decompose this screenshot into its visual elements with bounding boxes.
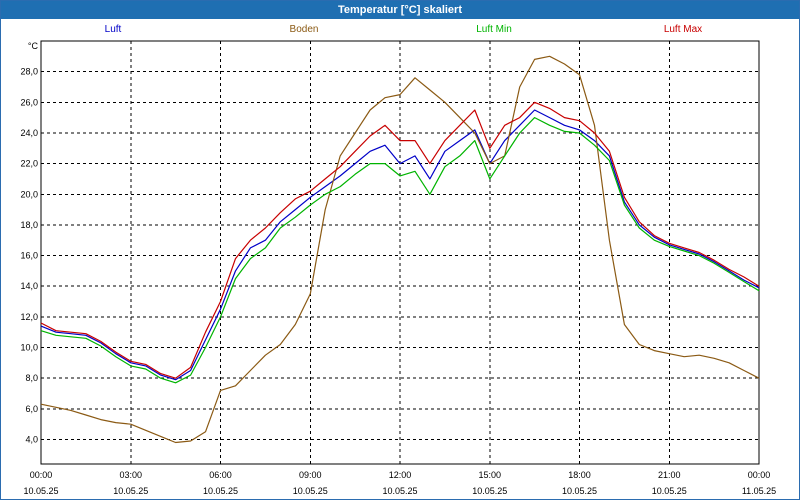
window-title: Temperatur [°C] skaliert [1, 1, 799, 19]
x-tick-date: 10.05.25 [23, 486, 58, 496]
x-tick-time: 00:00 [30, 470, 53, 480]
x-tick-date: 11.05.25 [742, 486, 776, 496]
legend-entry-luft-min: Luft Min [476, 24, 512, 35]
y-tick-label: 28,0 [20, 67, 38, 77]
chart-window: Temperatur [°C] skaliert Luft Boden Luft M… [0, 0, 800, 500]
temperature-chart: Luft Boden Luft Min Luft Max 4,0 6,0 8,0 10,0 1… [20, 24, 776, 496]
axis-labels: 4,0 6,0 8,0 10,0 12,0 14,0 16,0 18,0 20,0 22,0 24,… [20, 41, 776, 496]
y-tick-label: 22,0 [20, 159, 38, 169]
x-tick-time: 06:00 [209, 470, 232, 480]
x-tick-time: 15:00 [478, 470, 501, 480]
legend: Luft Boden Luft Min Luft Max [105, 24, 703, 35]
y-axis-unit: °C [28, 41, 39, 51]
x-tick-date: 10.05.25 [652, 486, 687, 496]
x-tick-time: 12:00 [389, 470, 412, 480]
x-tick-date: 10.05.25 [113, 486, 148, 496]
x-tick-time: 18:00 [568, 470, 591, 480]
y-tick-label: 18,0 [20, 220, 38, 230]
x-tick-date: 10.05.25 [203, 486, 238, 496]
y-tick-label: 10,0 [20, 343, 38, 353]
y-tick-label: 26,0 [20, 97, 38, 107]
y-tick-label: 24,0 [20, 128, 38, 138]
x-tick-time: 00:00 [748, 470, 771, 480]
y-tick-label: 16,0 [20, 251, 38, 261]
x-tick-date: 10.05.25 [382, 486, 417, 496]
x-tick-date: 10.05.25 [472, 486, 507, 496]
y-tick-label: 14,0 [20, 281, 38, 291]
x-tick-time: 21:00 [658, 470, 681, 480]
grid [41, 41, 759, 464]
y-tick-label: 20,0 [20, 189, 38, 199]
x-tick-date: 10.05.25 [562, 486, 597, 496]
x-tick-time: 03:00 [119, 470, 142, 480]
legend-entry-boden: Boden [290, 24, 319, 35]
legend-entry-luft: Luft [105, 24, 122, 35]
x-tick-date: 10.05.25 [293, 486, 328, 496]
legend-entry-luft-max: Luft Max [664, 24, 702, 35]
y-tick-label: 4,0 [25, 434, 38, 444]
y-tick-label: 12,0 [20, 312, 38, 322]
x-tick-time: 09:00 [299, 470, 322, 480]
y-tick-label: 8,0 [25, 373, 38, 383]
y-tick-label: 6,0 [25, 404, 38, 414]
